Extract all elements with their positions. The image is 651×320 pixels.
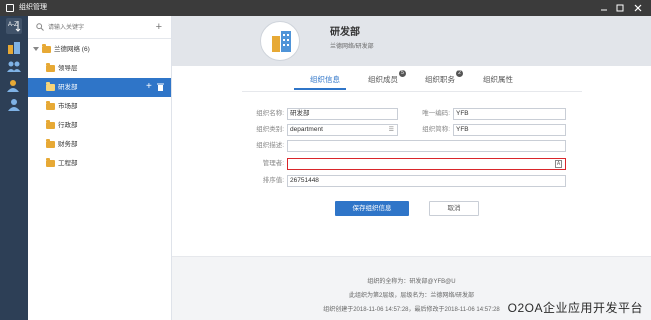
tree-item-label: 研发部	[58, 84, 78, 91]
close-icon[interactable]	[632, 2, 644, 14]
tree-item-label: 财务部	[58, 141, 78, 148]
org-short-field[interactable]: YFB	[453, 124, 566, 136]
search-input[interactable]	[48, 21, 148, 35]
window-title: 组织管理	[19, 4, 47, 11]
search-icon	[36, 23, 44, 31]
tree-item-label: 工程部	[58, 160, 78, 167]
tree-item-label: 市场部	[58, 103, 78, 110]
tab-org-info[interactable]: 组织信息	[310, 73, 340, 87]
tab-org-duties[interactable]: 组织职务 2	[425, 70, 463, 87]
tree-item-label: 领导层	[58, 65, 78, 72]
org-header: 研发部 兰德网络/研发部	[172, 16, 651, 66]
tree-item-engineering[interactable]: 工程部	[28, 154, 171, 173]
folder-icon	[46, 63, 55, 72]
order-label: 排序值:	[262, 177, 284, 184]
tabs-divider	[242, 91, 582, 92]
tab-label: 组织职务	[425, 75, 455, 84]
folder-icon	[46, 139, 55, 148]
org-level-info: 此组织为第2层级，层级名为：兰德网络/研发部	[348, 293, 474, 299]
org-building-icon[interactable]	[6, 40, 22, 56]
folder-icon	[46, 120, 55, 129]
svg-text:A-Z: A-Z	[8, 22, 18, 28]
maximize-icon[interactable]	[614, 2, 626, 14]
tree-item-rd[interactable]: 研发部 +	[28, 78, 171, 97]
org-desc-field[interactable]	[287, 140, 566, 152]
folder-icon	[42, 44, 51, 53]
org-desc-label: 组织描述:	[256, 142, 284, 149]
tab-org-attributes[interactable]: 组织属性	[483, 73, 513, 87]
tree-item-label: 行政部	[58, 122, 78, 129]
divider	[28, 38, 171, 39]
minimize-icon[interactable]	[598, 2, 610, 14]
trash-icon[interactable]	[157, 83, 164, 95]
org-type-field[interactable]: department ☰	[287, 124, 398, 136]
user-role-icon[interactable]	[6, 78, 22, 94]
tab-org-members[interactable]: 组织成员 5	[368, 70, 406, 87]
tree-item-marketing[interactable]: 市场部	[28, 97, 171, 116]
org-type-value: department	[290, 126, 323, 133]
manager-field[interactable]: A	[287, 158, 566, 170]
cancel-button[interactable]: 取消	[429, 201, 479, 216]
window-app-icon	[6, 4, 14, 12]
tree-root[interactable]: 兰德网络 (6)	[28, 40, 171, 59]
tree-item-admin[interactable]: 行政部	[28, 116, 171, 135]
watermark: O2OA企业应用开发平台	[507, 301, 643, 315]
tree-item-leadership[interactable]: 领导层	[28, 59, 171, 78]
tree-root-label: 兰德网络 (6)	[54, 46, 90, 53]
tree-item-finance[interactable]: 财务部	[28, 135, 171, 154]
count-badge: 2	[456, 70, 463, 77]
org-detail-panel: 研发部 兰德网络/研发部 组织信息 组织成员 5 组织职务 2 组织属性 组织名称:…	[172, 16, 651, 320]
folder-icon	[46, 82, 55, 91]
save-button[interactable]: 保存组织信息	[335, 201, 409, 216]
tree-search: +	[32, 20, 168, 36]
org-full-name: 组织的全称为：研发部@YFB@U	[367, 279, 456, 285]
org-name-field[interactable]: 研发部	[287, 108, 398, 120]
list-icon[interactable]: ☰	[389, 125, 394, 135]
building-icon	[272, 31, 291, 52]
detail-tabs: 组织信息 组织成员 5 组织职务 2 组织属性	[172, 70, 651, 93]
avatar	[260, 21, 300, 61]
user-single-icon[interactable]	[6, 97, 22, 113]
add-org-icon[interactable]: +	[156, 20, 162, 34]
chevron-down-icon[interactable]	[33, 47, 39, 51]
group-users-icon[interactable]	[6, 59, 22, 75]
org-type-label: 组织类别:	[256, 126, 284, 133]
nav-rail: A-Z	[0, 16, 28, 320]
org-short-label: 组织简称:	[422, 126, 450, 133]
manager-label: 管理者:	[262, 160, 284, 167]
order-field[interactable]: 26751448	[287, 175, 566, 187]
folder-icon	[46, 158, 55, 167]
person-picker-icon[interactable]: A	[555, 160, 562, 168]
org-name-label: 组织名称:	[256, 110, 284, 117]
add-child-icon[interactable]: +	[146, 81, 152, 93]
tab-label: 组织成员	[368, 75, 398, 84]
active-tab-indicator	[294, 88, 346, 90]
page-title: 研发部	[330, 27, 360, 38]
count-badge: 5	[399, 70, 406, 77]
org-tree-panel: + 兰德网络 (6) 领导层 研发部 + 市场部 行政部 财务部 工程部	[28, 16, 172, 320]
org-code-field[interactable]: YFB	[453, 108, 566, 120]
window-titlebar: 组织管理	[0, 0, 651, 16]
sort-az-icon[interactable]: A-Z	[6, 18, 22, 34]
folder-icon	[46, 101, 55, 110]
org-code-label: 唯一编码:	[422, 110, 450, 117]
breadcrumb: 兰德网络/研发部	[330, 44, 374, 50]
